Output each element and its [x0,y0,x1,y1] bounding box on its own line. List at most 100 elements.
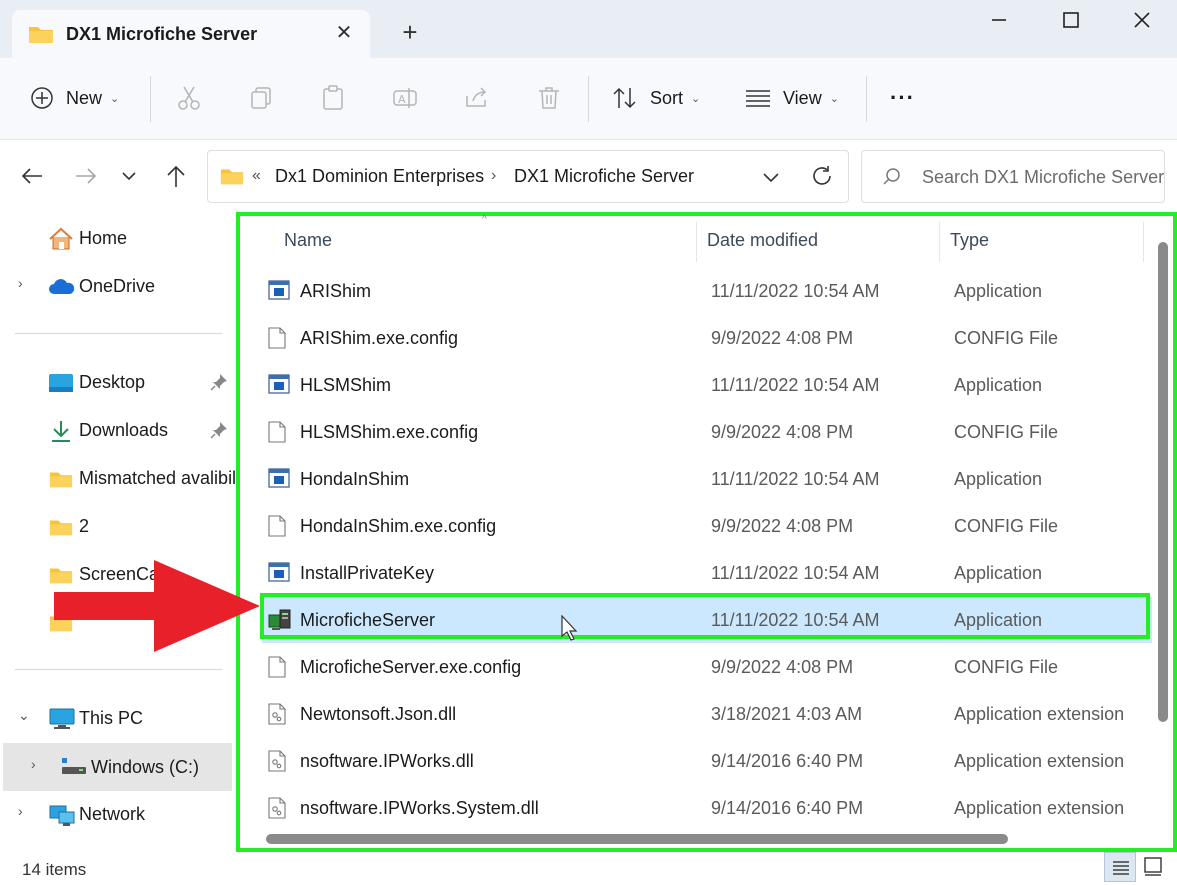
clipboard-icon [323,85,343,110]
plus-circle-icon [31,87,53,109]
sidebar-item-label: This PC [79,708,144,728]
file-row[interactable]: nsoftware.IPWorks.System.dll 9/14/2016 6:… [262,785,1152,831]
paste-button[interactable] [319,84,349,114]
file-date-modified: 9/9/2022 4:08 PM [711,516,854,536]
svg-text:A: A [398,93,406,106]
chevron-right-icon[interactable]: › [31,756,36,772]
file-row[interactable]: ARIShim.exe.config 9/9/2022 4:08 PM CONFIG… [262,315,1152,361]
maximize-button[interactable] [1036,4,1106,36]
sidebar-item-mismatched-avalibility[interactable]: Mismatched avalibility [0,457,236,499]
rename-icon: A [393,88,417,108]
minimize-icon [992,19,1006,21]
file-type: CONFIG File [954,328,1059,348]
file-date-modified: 9/14/2016 6:40 PM [711,751,864,771]
maximize-icon [1063,12,1079,28]
navigation-pane: Home › OneDrive Desktop Downloads Mismat… [0,212,236,852]
sidebar-item-2[interactable]: 2 [0,505,236,547]
address-history-button[interactable] [760,165,782,194]
large-icons-view-icon [1144,857,1162,876]
file-type: Application extension [954,798,1125,818]
refresh-button[interactable] [810,163,834,194]
sidebar-item-this-pc[interactable]: ⌄ This PC [0,697,236,739]
trash-icon [539,87,559,109]
sort-button[interactable]: Sort ⌄ [612,78,700,118]
search-input[interactable]: Search DX1 Microfiche Server [922,167,1164,188]
new-button[interactable]: New ⌄ [30,78,119,118]
pin-icon[interactable] [210,421,228,444]
file-date-modified: 11/11/2022 10:54 AM [711,610,880,630]
column-divider[interactable] [696,222,697,262]
file-name: Newtonsoft.Json.dll [300,704,457,724]
breadcrumb-dx1-dominion-enterprises[interactable]: Dx1 Dominion Enterprises [275,166,484,187]
dll-icon [268,750,286,777]
forward-button[interactable] [72,162,100,190]
network-icon [49,803,75,832]
file-row[interactable]: MicroficheServer 11/11/2022 10:54 AM Appli… [262,597,1152,643]
file-row[interactable]: HondaInShim 11/11/2022 10:54 AM Applicatio… [262,456,1152,502]
column-divider[interactable] [939,222,940,262]
file-name: nsoftware.IPWorks.dll [300,751,474,771]
view-button[interactable]: View ⌄ [745,78,839,118]
more-options-button[interactable]: ··· [890,78,915,118]
sidebar-item-desktop[interactable]: Desktop [0,361,236,403]
cut-button[interactable] [175,84,205,114]
breadcrumb-dx1-microfiche-server[interactable]: DX1 Microfiche Server [514,166,694,187]
sidebar-item-label: Desktop [79,372,146,392]
file-row[interactable]: nsoftware.IPWorks.dll 9/14/2016 6:40 PM Ap… [262,738,1152,784]
horizontal-scrollbar[interactable] [266,834,1008,844]
file-type: CONFIG File [954,516,1059,536]
sidebar-item-label: Mismatched avalibility [79,468,236,488]
file-type: Application [954,375,1043,395]
delete-button[interactable] [535,84,565,114]
column-header-name[interactable]: Name [284,230,332,251]
file-row[interactable]: HLSMShim.exe.config 9/9/2022 4:08 PM CONFI… [262,409,1152,455]
sidebar-item-home[interactable]: Home [0,217,236,259]
large-icons-view-button[interactable] [1138,852,1170,882]
column-header-date-modified[interactable]: Date modified [707,230,818,251]
vertical-scrollbar[interactable] [1158,242,1168,722]
home-icon [48,227,74,256]
desktop-icon [48,373,74,398]
file-row[interactable]: HondaInShim.exe.config 9/9/2022 4:08 PM CO… [262,503,1152,549]
pin-icon[interactable] [210,373,228,396]
column-header-type[interactable]: Type [950,230,989,251]
file-row[interactable]: InstallPrivateKey 11/11/2022 10:54 AM Appl… [262,550,1152,596]
sidebar-item-onedrive[interactable]: › OneDrive [0,265,236,307]
share-button[interactable] [463,84,493,114]
file-name: ARIShim.exe.config [300,328,459,348]
sidebar-item-windows-c[interactable]: › Windows (C:) [3,743,232,791]
tab-dx1-microfiche-server[interactable]: DX1 Microfiche Server ✕ [12,10,370,58]
chevron-right-icon[interactable]: › [18,803,23,819]
file-row[interactable]: MicroficheServer.exe.config 9/9/2022 4:08… [262,644,1152,690]
folder-icon [49,517,73,542]
file-row[interactable]: HLSMShim 11/11/2022 10:54 AM Application [262,362,1152,408]
file-type: Application [954,610,1043,630]
tab-close-button[interactable]: ✕ [330,20,358,48]
sort-caret-icon: ^ [482,214,487,225]
sidebar-item-downloads[interactable]: Downloads [0,409,236,451]
up-button[interactable] [162,162,190,190]
file-name: HondaInShim [300,469,410,489]
breadcrumb-overflow[interactable]: « [252,167,261,185]
chevron-right-icon[interactable]: › [18,275,23,291]
sidebar-item-network[interactable]: › Network [0,793,236,835]
chevron-down-icon[interactable]: ⌄ [18,707,30,724]
close-window-button[interactable] [1107,4,1177,36]
file-row[interactable]: Newtonsoft.Json.dll 3/18/2021 4:03 AM Appl… [262,691,1152,737]
folder-icon [220,166,244,191]
minimize-button[interactable] [964,4,1034,36]
back-button[interactable] [18,162,46,190]
rename-button[interactable]: A [391,84,421,114]
new-tab-button[interactable]: + [396,18,424,46]
details-view-button[interactable] [1104,852,1136,882]
recent-locations-button[interactable] [117,162,145,190]
column-divider[interactable] [1143,222,1144,262]
sidebar-item-label: Home [79,228,128,248]
drive-icon [61,757,87,780]
search-box[interactable]: Search DX1 Microfiche Server [861,150,1165,203]
copy-button[interactable] [247,84,277,114]
navigation-bar: « Dx1 Dominion Enterprises › DX1 Microfi… [0,140,1177,212]
file-type: Application extension [954,704,1125,724]
address-bar[interactable]: « Dx1 Dominion Enterprises › DX1 Microfi… [207,150,849,203]
file-row[interactable]: ARIShim 11/11/2022 10:54 AM Application [262,268,1152,314]
